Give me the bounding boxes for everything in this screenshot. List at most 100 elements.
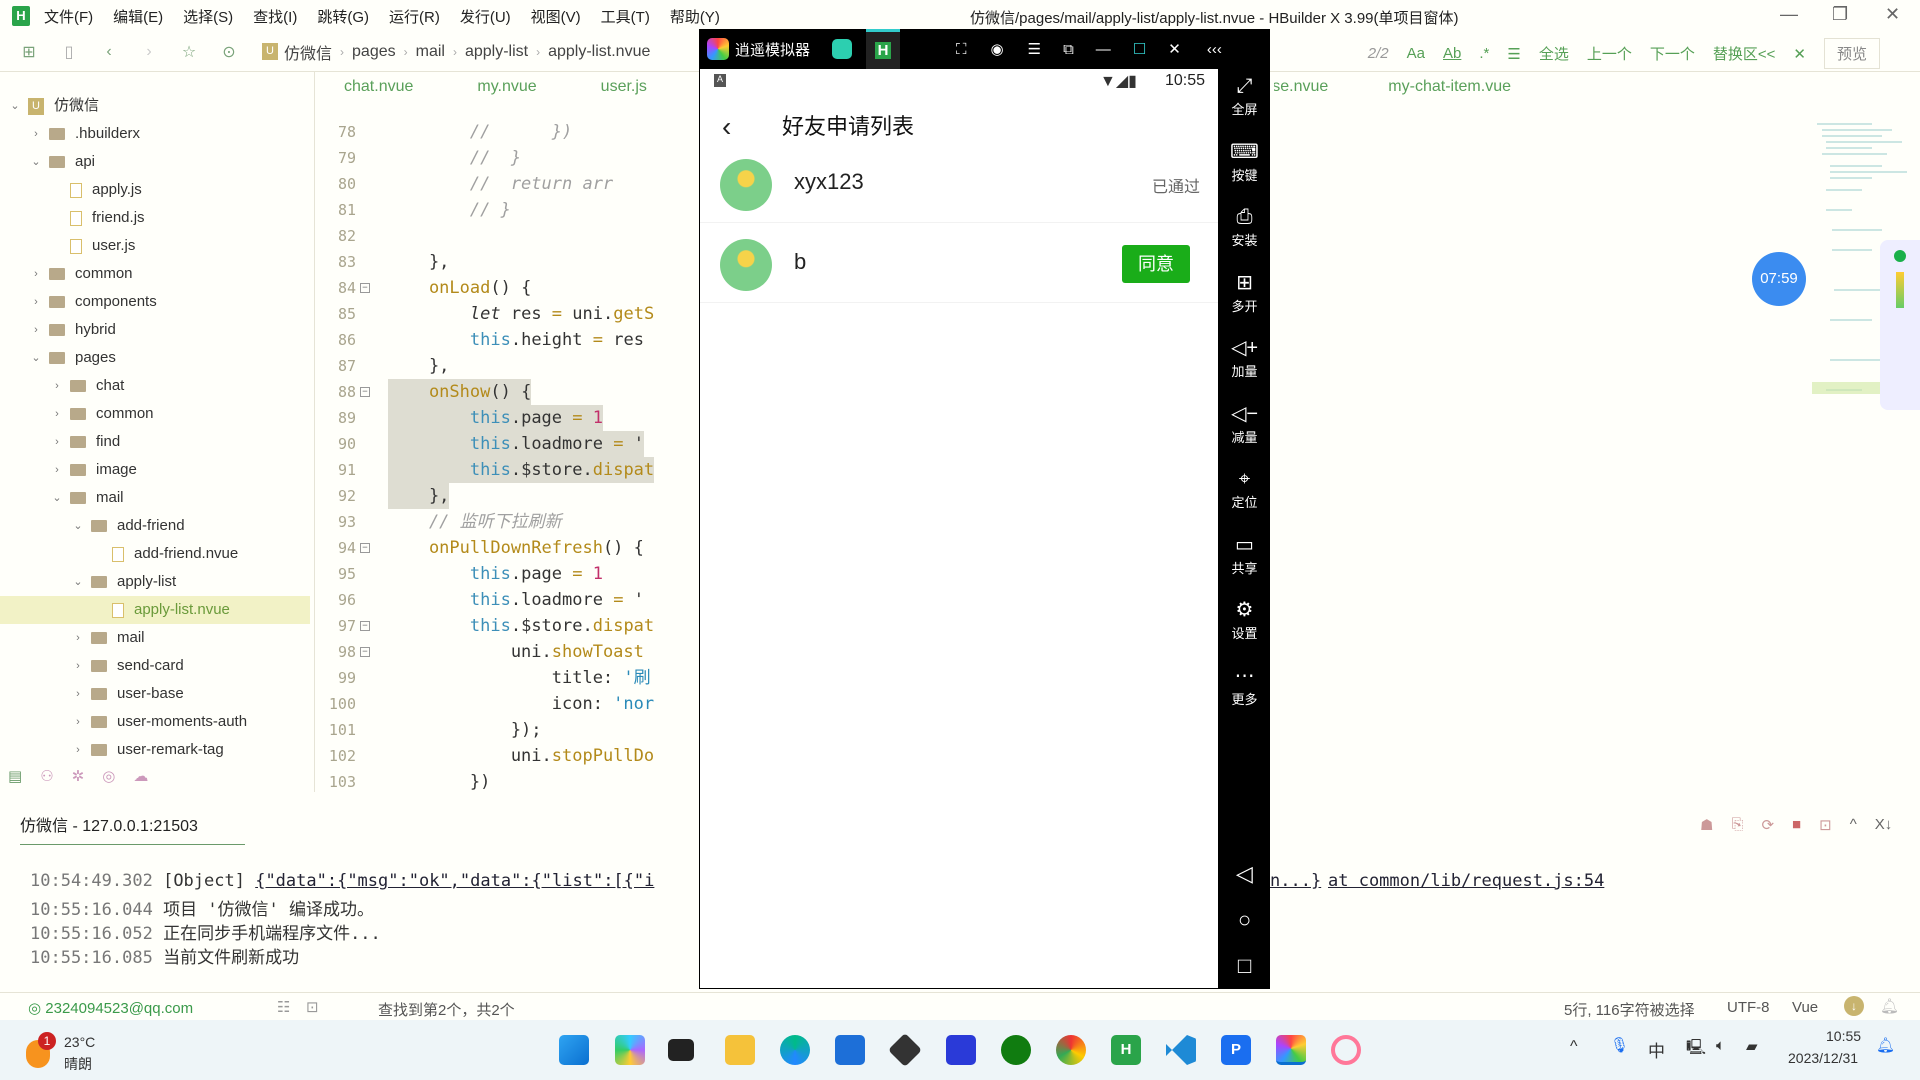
log-source-link[interactable]: at common/lib/request.js:54 xyxy=(1328,871,1604,891)
hbuilder-taskbar-icon[interactable]: H xyxy=(1111,1035,1141,1065)
tab-chat[interactable]: chat.nvue xyxy=(344,78,413,110)
menu-item[interactable]: 发行(U) xyxy=(460,6,511,27)
prev-match-button[interactable]: 上一个 xyxy=(1587,43,1632,64)
menu-item[interactable]: 运行(R) xyxy=(389,6,440,27)
emulator-taskbar-icon[interactable] xyxy=(1276,1035,1306,1065)
network-icon[interactable]: 🖳 xyxy=(1686,1037,1706,1062)
emulator-settings-button[interactable]: ⚙ 设置 xyxy=(1219,597,1270,642)
minimize-button[interactable]: — xyxy=(1780,4,1798,25)
menu-icon[interactable]: ☰ xyxy=(1028,40,1041,58)
friend-request-row[interactable]: xyx123 已通过 xyxy=(700,145,1218,223)
fold-icon[interactable]: − xyxy=(360,387,370,397)
menu-item[interactable]: 选择(S) xyxy=(183,6,233,27)
language-mode[interactable]: Vue xyxy=(1792,999,1818,1016)
chevron-down-icon[interactable]: ⌄ xyxy=(71,512,85,540)
chevron-right-icon[interactable]: › xyxy=(29,260,43,288)
terminal-app-icon[interactable] xyxy=(668,1039,694,1061)
menu-item[interactable]: 文件(F) xyxy=(44,6,93,27)
forward-icon[interactable]: › xyxy=(138,43,160,61)
close-find-icon[interactable]: ✕ xyxy=(1793,45,1806,63)
chevron-right-icon[interactable]: › xyxy=(29,120,43,148)
preview-button[interactable]: 预览 xyxy=(1823,38,1880,69)
tree-item[interactable]: › user-remark-tag xyxy=(0,736,310,764)
tree-item[interactable]: ⌄ add-friend xyxy=(0,512,310,540)
tree-item[interactable]: › find xyxy=(0,428,310,456)
vs-app-icon[interactable] xyxy=(946,1035,976,1065)
code-editor[interactable]: 78 // }) 79 // } 80 // return arr 81 // } 82… xyxy=(316,119,700,791)
home-app-icon[interactable] xyxy=(832,39,853,59)
tree-item[interactable]: ⌄ U 仿微信 xyxy=(0,92,310,120)
star-icon[interactable]: ☆ xyxy=(178,42,200,62)
menu-item[interactable]: 视图(V) xyxy=(531,6,581,27)
ime-indicator[interactable]: 中 xyxy=(1648,1037,1665,1062)
chevron-down-icon[interactable]: ⌄ xyxy=(29,148,43,176)
chevron-right-icon[interactable]: › xyxy=(71,708,85,736)
tree-item[interactable]: user.js xyxy=(0,232,310,260)
tree-item[interactable]: › user-base xyxy=(0,680,310,708)
chevron-right-icon[interactable]: › xyxy=(50,400,64,428)
emulator-volume-up-button[interactable]: ◁+ 加量 xyxy=(1219,335,1270,380)
edge-icon[interactable] xyxy=(780,1035,810,1065)
menu-item[interactable]: 帮助(Y) xyxy=(670,6,720,27)
tab-user[interactable]: user.js xyxy=(601,78,647,110)
chevron-right-icon[interactable]: › xyxy=(50,456,64,484)
chevron-down-icon[interactable]: ⌄ xyxy=(29,344,43,372)
close-console-icon[interactable]: X↓ xyxy=(1875,816,1893,834)
back-icon[interactable]: ‹ xyxy=(98,43,120,61)
emulator-install-apk-button[interactable]: ⎙ 安装 xyxy=(1219,204,1270,249)
tree-item[interactable]: › user-moments-auth xyxy=(0,708,310,736)
tree-item[interactable]: › send-card xyxy=(0,652,310,680)
chevron-right-icon[interactable]: › xyxy=(29,316,43,344)
log-object-link[interactable]: {"data":{"msg":"ok","data":{"list":[{"i xyxy=(255,871,654,891)
tree-item[interactable]: add-friend.nvue xyxy=(0,540,310,568)
stop-icon[interactable]: ■ xyxy=(1792,816,1801,834)
emulator-minimize[interactable]: — xyxy=(1096,41,1111,58)
tree-item[interactable]: › chat xyxy=(0,372,310,400)
clear-icon[interactable]: ⎘ xyxy=(1731,816,1743,834)
tree-item[interactable]: › common xyxy=(0,400,310,428)
chevron-right-icon[interactable]: › xyxy=(71,736,85,764)
log-object-link-end[interactable]: n...} xyxy=(1270,871,1321,891)
tree-item[interactable]: ⌄ mail xyxy=(0,484,310,512)
menu-item[interactable]: 工具(T) xyxy=(601,6,650,27)
encoding[interactable]: UTF-8 xyxy=(1727,999,1770,1016)
rerun-icon[interactable]: ⟳ xyxy=(1761,816,1774,834)
floating-timer[interactable]: 07:59 xyxy=(1752,252,1806,306)
weather-widget[interactable]: 1 23°C 晴朗 xyxy=(26,1032,146,1072)
account-icon[interactable]: ◉ xyxy=(991,40,1004,58)
emulator-more-button[interactable]: ⋯ 更多 xyxy=(1219,663,1270,708)
chevron-down-icon[interactable]: ⌄ xyxy=(8,92,22,120)
tree-item[interactable]: ⌄ api xyxy=(0,148,310,176)
tree-item[interactable]: apply-list.nvue xyxy=(0,596,310,624)
fold-icon[interactable]: − xyxy=(360,543,370,553)
breadcrumb-item[interactable]: pages xyxy=(352,43,396,61)
breadcrumb-item[interactable]: apply-list.nvue xyxy=(548,43,650,61)
back-button[interactable]: ‹ xyxy=(722,111,731,143)
project-icon[interactable]: ▤ xyxy=(8,767,22,785)
list-icon[interactable]: ☷ xyxy=(277,998,290,1016)
tree-item[interactable]: › components xyxy=(0,288,310,316)
new-file-icon[interactable]: ⊞ xyxy=(18,42,40,62)
accept-button[interactable]: 同意 xyxy=(1122,245,1190,283)
chevron-right-icon[interactable]: › xyxy=(71,652,85,680)
chevron-right-icon[interactable]: › xyxy=(29,288,43,316)
chevron-right-icon[interactable]: › xyxy=(50,428,64,456)
debug-icon[interactable]: ☗ xyxy=(1700,816,1713,834)
whole-word-icon[interactable]: Ab xyxy=(1443,45,1461,62)
account-link[interactable]: ◎ 2324094523@qq.com xyxy=(28,999,193,1017)
match-case-icon[interactable]: Aa xyxy=(1407,45,1425,62)
unity-icon[interactable] xyxy=(888,1033,922,1067)
chrome-icon[interactable] xyxy=(1056,1035,1086,1065)
tree-item[interactable]: › image xyxy=(0,456,310,484)
emulator-close[interactable]: ✕ xyxy=(1168,40,1181,58)
terminal-icon[interactable]: ⊡ xyxy=(306,998,319,1016)
tree-item[interactable]: › .hbuilderx xyxy=(0,120,310,148)
debug-icon[interactable]: ✲ xyxy=(72,767,85,785)
collapse-sidebar-icon[interactable]: ‹‹‹ xyxy=(1207,41,1222,58)
tray-expand-icon[interactable]: ^ xyxy=(1570,1038,1578,1056)
fold-icon[interactable]: − xyxy=(360,647,370,657)
menu-item[interactable]: 编辑(E) xyxy=(113,6,163,27)
regex-icon[interactable]: .* xyxy=(1479,45,1489,62)
chevron-right-icon[interactable]: › xyxy=(71,624,85,652)
file-explorer-icon[interactable] xyxy=(725,1035,755,1065)
